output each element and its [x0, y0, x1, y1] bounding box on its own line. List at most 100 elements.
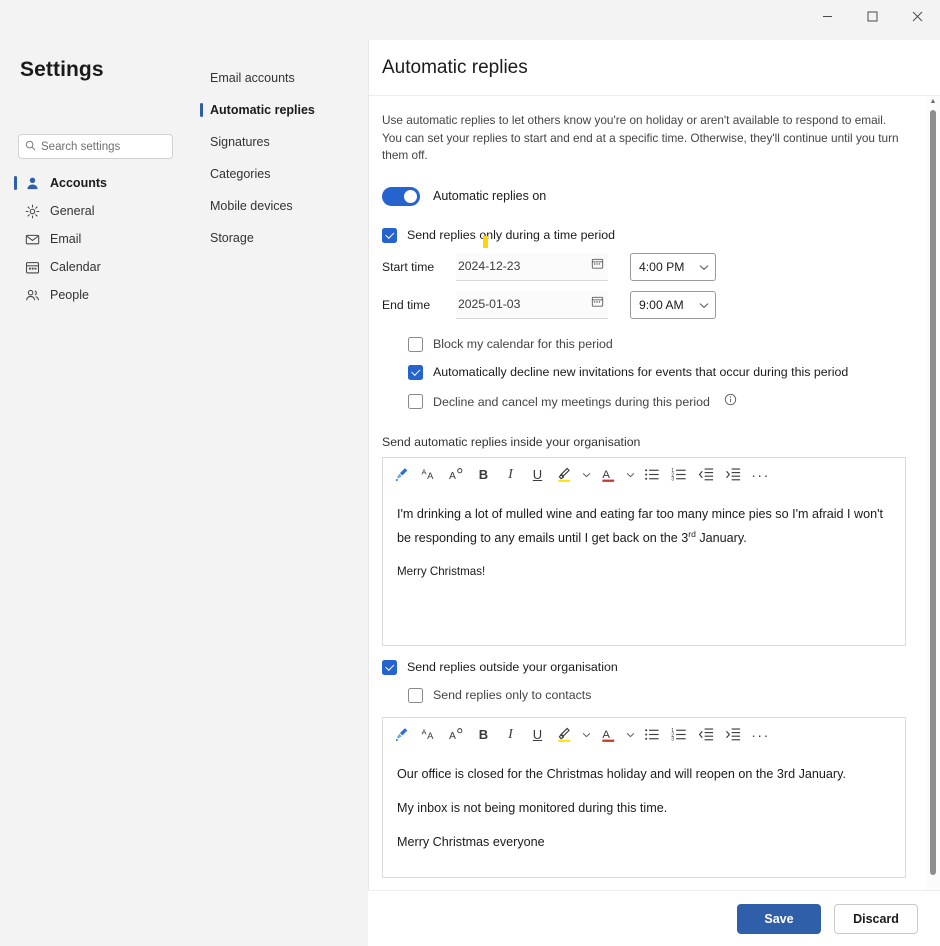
bulleted-list-icon[interactable]: [639, 461, 666, 488]
message-paragraph: Our office is closed for the Christmas h…: [397, 764, 891, 784]
page-title: Settings: [20, 58, 104, 82]
bold-icon[interactable]: B: [470, 721, 497, 748]
action-footer: Save Discard: [368, 890, 940, 946]
sidebar-item-general[interactable]: General: [10, 197, 185, 225]
calendar-icon[interactable]: [591, 295, 604, 313]
auto-decline-checkbox[interactable]: [408, 365, 423, 380]
decline-cancel-row[interactable]: Decline and cancel my meetings during th…: [408, 393, 908, 411]
decrease-indent-icon[interactable]: [693, 461, 720, 488]
search-input[interactable]: Search settings: [18, 134, 173, 159]
outside-org-label: Send replies outside your organisation: [407, 660, 618, 674]
sidebar-item-calendar[interactable]: Calendar: [10, 253, 185, 281]
end-date-input[interactable]: 2025-01-03: [456, 291, 608, 319]
scrollbar-thumb[interactable]: [930, 110, 936, 875]
sidebar-item-label: Email: [50, 232, 81, 246]
svg-text:A: A: [449, 471, 456, 482]
minimize-button[interactable]: [805, 0, 850, 32]
decline-cancel-label: Decline and cancel my meetings during th…: [433, 395, 710, 409]
highlight-chevron-down-icon[interactable]: [578, 461, 595, 488]
highlight-chevron-down-icon[interactable]: [578, 721, 595, 748]
decline-cancel-checkbox[interactable]: [408, 394, 423, 409]
end-time-select[interactable]: 9:00 AM: [630, 291, 716, 319]
outside-org-message[interactable]: Our office is closed for the Christmas h…: [383, 752, 905, 877]
decrease-font-size-icon[interactable]: A: [443, 721, 470, 748]
auto-decline-row[interactable]: Automatically decline new invitations fo…: [408, 365, 908, 380]
subnav-item-storage[interactable]: Storage: [190, 222, 368, 254]
outside-org-row[interactable]: Send replies outside your organisation: [382, 660, 908, 675]
block-calendar-checkbox[interactable]: [408, 337, 423, 352]
svg-text:A: A: [602, 469, 610, 481]
italic-icon[interactable]: I: [497, 721, 524, 748]
chevron-down-icon: [699, 296, 709, 314]
contacts-only-row[interactable]: Send replies only to contacts: [382, 688, 908, 703]
envelope-icon: [24, 231, 40, 247]
numbered-list-icon[interactable]: 123: [666, 461, 693, 488]
subnav-item-signatures[interactable]: Signatures: [190, 126, 368, 158]
calendar-icon: [24, 259, 40, 275]
time-period-checkbox-row[interactable]: Send replies only during a time period: [382, 228, 908, 243]
contacts-only-checkbox[interactable]: [408, 688, 423, 703]
decrease-font-size-icon[interactable]: A: [443, 461, 470, 488]
info-icon[interactable]: [724, 393, 737, 411]
increase-font-size-icon[interactable]: AA: [416, 721, 443, 748]
italic-icon[interactable]: I: [497, 461, 524, 488]
automatic-replies-toggle[interactable]: [382, 187, 420, 206]
sidebar-item-people[interactable]: People: [10, 281, 185, 309]
start-date-input[interactable]: 2024-12-23: [456, 253, 608, 281]
people-icon: [24, 287, 40, 303]
subnav-item-categories[interactable]: Categories: [190, 158, 368, 190]
message-paragraph: I'm drinking a lot of mulled wine and ea…: [397, 504, 891, 548]
sidebar-item-email[interactable]: Email: [10, 225, 185, 253]
subnav-item-mobile-devices[interactable]: Mobile devices: [190, 190, 368, 222]
block-calendar-row[interactable]: Block my calendar for this period: [408, 337, 908, 352]
start-time-label: Start time: [382, 260, 456, 274]
calendar-icon[interactable]: [591, 257, 604, 275]
font-color-chevron-down-icon[interactable]: [622, 721, 639, 748]
title-bar: [0, 0, 940, 40]
font-color-icon[interactable]: A: [595, 721, 622, 748]
inside-org-message[interactable]: I'm drinking a lot of mulled wine and ea…: [383, 492, 905, 645]
bulleted-list-icon[interactable]: [639, 721, 666, 748]
format-painter-icon[interactable]: [389, 721, 416, 748]
maximize-icon: [867, 11, 878, 22]
outside-org-editor: AA A B I U A: [382, 717, 906, 878]
vertical-scrollbar[interactable]: ▲: [926, 96, 940, 902]
settings-content: Use automatic replies to let others know…: [369, 96, 940, 908]
sidebar-item-label: Calendar: [50, 260, 101, 274]
more-options-icon[interactable]: ···: [747, 461, 774, 488]
font-color-chevron-down-icon[interactable]: [622, 461, 639, 488]
message-paragraph: My inbox is not being monitored during t…: [397, 798, 891, 818]
sidebar-item-accounts[interactable]: Accounts: [10, 169, 185, 197]
start-time-select[interactable]: 4:00 PM: [630, 253, 716, 281]
search-icon: [25, 138, 36, 156]
close-button[interactable]: [895, 0, 940, 32]
highlight-icon[interactable]: [551, 721, 578, 748]
outside-org-checkbox[interactable]: [382, 660, 397, 675]
increase-indent-icon[interactable]: [720, 721, 747, 748]
save-button[interactable]: Save: [737, 904, 821, 934]
subnav-item-email-accounts[interactable]: Email accounts: [190, 62, 368, 94]
chevron-down-icon: [699, 258, 709, 276]
discard-button[interactable]: Discard: [834, 904, 918, 934]
sidebar-item-label: People: [50, 288, 89, 302]
scroll-up-arrow[interactable]: ▲: [926, 96, 940, 108]
font-color-icon[interactable]: A: [595, 461, 622, 488]
time-period-checkbox[interactable]: [382, 228, 397, 243]
person-icon: [24, 175, 40, 191]
numbered-list-icon[interactable]: 123: [666, 721, 693, 748]
bold-icon[interactable]: B: [470, 461, 497, 488]
ordinal-suffix: rd: [688, 529, 696, 539]
format-painter-icon[interactable]: [389, 461, 416, 488]
subnav-item-automatic-replies[interactable]: Automatic replies: [190, 94, 368, 126]
underline-icon[interactable]: U: [524, 461, 551, 488]
decrease-indent-icon[interactable]: [693, 721, 720, 748]
more-options-icon[interactable]: ···: [747, 721, 774, 748]
highlight-icon[interactable]: [551, 461, 578, 488]
increase-indent-icon[interactable]: [720, 461, 747, 488]
underline-icon[interactable]: U: [524, 721, 551, 748]
contacts-only-label: Send replies only to contacts: [433, 688, 591, 702]
maximize-button[interactable]: [850, 0, 895, 32]
toggle-label: Automatic replies on: [433, 189, 546, 203]
svg-text:A: A: [427, 471, 434, 482]
increase-font-size-icon[interactable]: AA: [416, 461, 443, 488]
